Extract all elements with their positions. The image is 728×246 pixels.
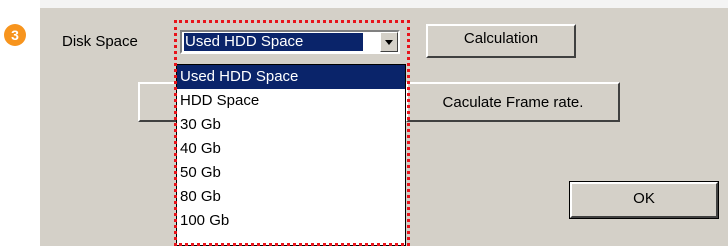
disk-space-label: Disk Space bbox=[62, 33, 138, 50]
dropdown-option-50gb[interactable]: 50 Gb bbox=[177, 161, 405, 185]
hidden-button[interactable] bbox=[138, 82, 178, 122]
calculate-frame-rate-button[interactable]: Caculate Frame rate. bbox=[406, 82, 620, 122]
ok-button[interactable]: OK bbox=[569, 181, 719, 219]
dialog-top-edge bbox=[40, 0, 728, 8]
dropdown-option-80gb[interactable]: 80 Gb bbox=[177, 185, 405, 209]
disk-space-selected-value: Used HDD Space bbox=[184, 33, 363, 51]
disk-space-combobox[interactable]: Used HDD Space bbox=[180, 30, 400, 54]
step-badge: 3 bbox=[4, 24, 26, 46]
chevron-down-icon[interactable] bbox=[380, 32, 398, 52]
dropdown-option-used-hdd-space[interactable]: Used HDD Space bbox=[177, 65, 405, 89]
dropdown-option-hdd-space[interactable]: HDD Space bbox=[177, 89, 405, 113]
dropdown-option-30gb[interactable]: 30 Gb bbox=[177, 113, 405, 137]
dropdown-option-40gb[interactable]: 40 Gb bbox=[177, 137, 405, 161]
calculation-button[interactable]: Calculation bbox=[426, 24, 576, 58]
dropdown-option-100gb[interactable]: 100 Gb bbox=[177, 209, 405, 233]
disk-space-dropdown-list: Used HDD Space HDD Space 30 Gb 40 Gb 50 … bbox=[176, 64, 406, 246]
